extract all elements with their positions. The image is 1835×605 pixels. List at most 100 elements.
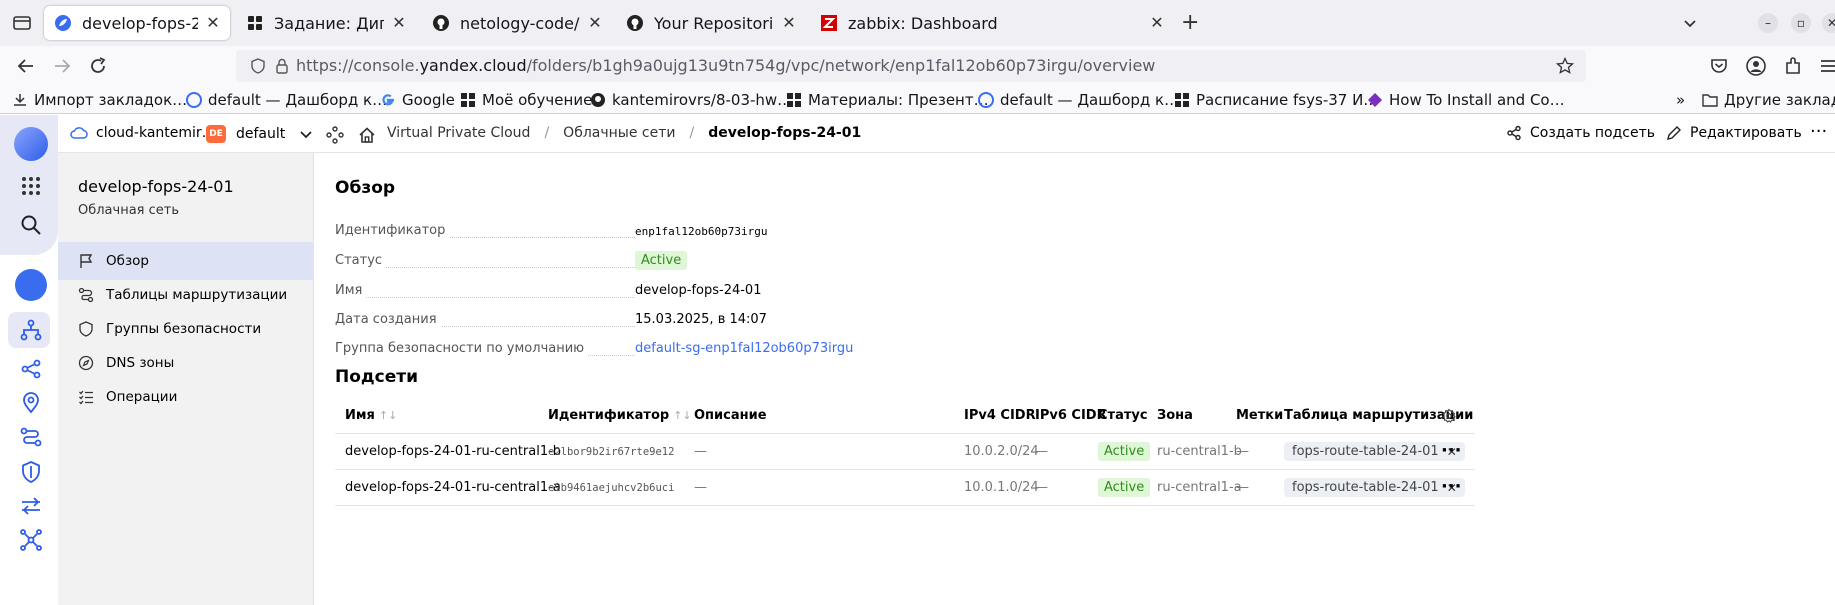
sidebar-item-label: Обзор xyxy=(106,253,149,269)
address-bar[interactable]: https://console.yandex.cloud/folders/b1g… xyxy=(236,50,1586,82)
bookmark-star-icon[interactable] xyxy=(1556,57,1574,75)
menu-icon[interactable] xyxy=(1818,55,1835,77)
sort-icon[interactable]: ↑↓ xyxy=(673,409,691,422)
sidebar-item-label: Операции xyxy=(106,389,178,405)
folder-icon xyxy=(1702,94,1718,107)
column-header-id[interactable]: Идентификатор ↑↓ xyxy=(548,408,692,423)
bookmark-default-dashboard-2[interactable]: default — Дашборд к… xyxy=(978,90,1179,110)
location-pin-icon[interactable] xyxy=(19,391,43,415)
sidebar-item-overview[interactable]: Обзор xyxy=(58,242,314,280)
netology-icon xyxy=(248,16,262,30)
new-tab-button[interactable]: + xyxy=(1181,10,1199,35)
flag-icon xyxy=(80,254,93,268)
table-row[interactable]: develop-fops-24-01-ru-central1-a e9b9461… xyxy=(335,470,1475,506)
bookmark-label: default — Дашборд к… xyxy=(1000,91,1180,109)
browser-tab-repositories[interactable]: Your Repositories ✕ xyxy=(616,6,806,40)
bookmark-schedule[interactable]: Расписание fsys-37 И… xyxy=(1174,90,1378,110)
edit-button[interactable]: Редактировать xyxy=(1666,125,1802,141)
close-tab-icon[interactable]: ✕ xyxy=(1150,15,1164,31)
other-bookmarks[interactable]: Другие закладки xyxy=(1702,90,1835,110)
browser-tab-diploma[interactable]: Задание: Дипломная работа ✕ xyxy=(236,6,416,40)
close-tab-icon[interactable]: ✕ xyxy=(782,15,796,31)
sidebar-item-dns-zones[interactable]: DNS зоны xyxy=(58,344,314,382)
sort-icon[interactable]: ↑↓ xyxy=(379,409,397,422)
table-settings-gear-icon[interactable] xyxy=(1441,408,1457,424)
column-header-name[interactable]: Имя ↑↓ xyxy=(345,408,397,423)
bookmark-github-hw[interactable]: kantemirovrs/8-03-hw… xyxy=(590,90,792,110)
list-all-tabs-icon[interactable] xyxy=(1682,15,1698,31)
sidebar-item-security-groups[interactable]: Группы безопасности xyxy=(58,310,314,348)
close-tab-icon[interactable]: ✕ xyxy=(588,15,602,31)
services-grid-icon[interactable] xyxy=(19,174,43,198)
close-window-button[interactable]: ✕ xyxy=(1822,13,1835,33)
yandex-cloud-logo[interactable] xyxy=(14,127,48,161)
pocket-icon[interactable] xyxy=(1708,55,1730,77)
bookmark-google[interactable]: Google xyxy=(380,90,455,110)
network-icon[interactable] xyxy=(19,318,43,342)
share-nodes-icon[interactable] xyxy=(19,357,43,381)
back-icon[interactable] xyxy=(16,56,36,76)
forward-icon[interactable] xyxy=(52,56,72,76)
more-actions-icon[interactable]: ··· xyxy=(1810,121,1827,142)
breadcrumb-networks[interactable]: Облачные сети xyxy=(563,125,675,141)
prop-created: Дата создания 15.03.2025, в 14:07 xyxy=(335,312,955,332)
lock-icon[interactable] xyxy=(274,57,290,75)
prop-id: Идентификатор enp1fal12ob60p73irgu xyxy=(335,223,955,243)
bookmark-import[interactable]: Импорт закладок… xyxy=(12,90,187,110)
shield-icon[interactable] xyxy=(19,460,43,484)
extensions-icon[interactable] xyxy=(1782,55,1804,77)
default-security-group-link[interactable]: default-sg-enp1fal12ob60p73irgu xyxy=(635,341,853,356)
minimize-window-button[interactable]: – xyxy=(1758,13,1778,33)
tab-title: develop-fops-24-01 — Облачная xyxy=(82,13,198,33)
create-subnet-button[interactable]: Создать подсеть xyxy=(1506,125,1655,141)
subnet-name[interactable]: develop-fops-24-01-ru-central1-b xyxy=(345,444,561,459)
browser-nav-bar: https://console.yandex.cloud/folders/b1g… xyxy=(0,46,1835,86)
row-actions-icon[interactable]: ··· xyxy=(1441,476,1462,497)
row-actions-icon[interactable]: ··· xyxy=(1441,440,1462,461)
route-table-tag[interactable]: fops-route-table-24-01 ✕ xyxy=(1284,442,1465,461)
cloud-name: cloud-kantemir… xyxy=(96,125,216,141)
tab-list-icon[interactable] xyxy=(12,14,32,32)
sidebar-item-label: DNS зоны xyxy=(106,355,175,371)
account-icon[interactable] xyxy=(1745,55,1767,77)
gateway-icon[interactable] xyxy=(19,494,43,518)
vpc-service-icon[interactable] xyxy=(15,269,47,301)
column-header-description: Описание xyxy=(694,408,767,423)
bookmark-my-learning[interactable]: Моё обучение xyxy=(460,90,592,110)
maximize-window-button[interactable]: ▫ xyxy=(1791,13,1811,33)
import-icon xyxy=(14,94,26,106)
reload-icon[interactable] xyxy=(88,56,108,76)
zabbix-icon xyxy=(821,15,837,31)
bookmark-default-dashboard[interactable]: default — Дашборд к… xyxy=(186,90,387,110)
network-id-value[interactable]: enp1fal12ob60p73irgu xyxy=(635,225,767,238)
search-icon[interactable] xyxy=(19,213,43,237)
subnet-id: e9b9461aejuhcv2b6uci xyxy=(548,482,675,494)
cloud-selector[interactable]: cloud-kantemir… xyxy=(70,125,216,141)
prop-label: Дата создания xyxy=(335,312,441,327)
route-table-tag[interactable]: fops-route-table-24-01 ✕ xyxy=(1284,478,1465,497)
service-map-icon[interactable] xyxy=(326,126,344,144)
bookmark-label: Другие закладки xyxy=(1724,91,1835,109)
cluster-nodes-icon[interactable] xyxy=(19,528,43,552)
close-tab-icon[interactable]: ✕ xyxy=(206,15,220,31)
home-icon[interactable] xyxy=(358,126,376,144)
close-tab-icon[interactable]: ✕ xyxy=(392,15,406,31)
folder-selector[interactable]: DE default xyxy=(206,125,313,143)
table-row[interactable]: develop-fops-24-01-ru-central1-b e2lbor9… xyxy=(335,434,1475,470)
yandex-cloud-icon xyxy=(978,92,994,108)
subnet-ipv6: — xyxy=(1035,444,1048,459)
breadcrumb-vpc[interactable]: Virtual Private Cloud xyxy=(387,125,530,141)
browser-tab-develop-fops[interactable]: develop-fops-24-01 — Облачная ✕ xyxy=(44,6,230,40)
tracking-protection-shield-icon[interactable] xyxy=(250,58,266,74)
bookmark-materials[interactable]: Материалы: Презент… xyxy=(786,90,989,110)
bookmark-how-to-install[interactable]: How To Install and Co… xyxy=(1367,90,1565,110)
url-text[interactable]: https://console.yandex.cloud/folders/b1g… xyxy=(296,56,1155,75)
bookmarks-overflow-icon[interactable]: » xyxy=(1676,90,1685,110)
subnet-name[interactable]: develop-fops-24-01-ru-central1-a xyxy=(345,480,561,495)
sidebar-item-route-tables[interactable]: Таблицы маршрутизации xyxy=(58,276,314,314)
routes-icon[interactable] xyxy=(19,425,43,449)
browser-tab-sys-diplom[interactable]: netology-code/sys-diplom ✕ xyxy=(422,6,612,40)
subnets-heading: Подсети xyxy=(335,367,419,387)
sidebar-item-operations[interactable]: Операции xyxy=(58,378,314,416)
browser-tab-zabbix[interactable]: zabbix: Dashboard ✕ xyxy=(810,6,1174,40)
